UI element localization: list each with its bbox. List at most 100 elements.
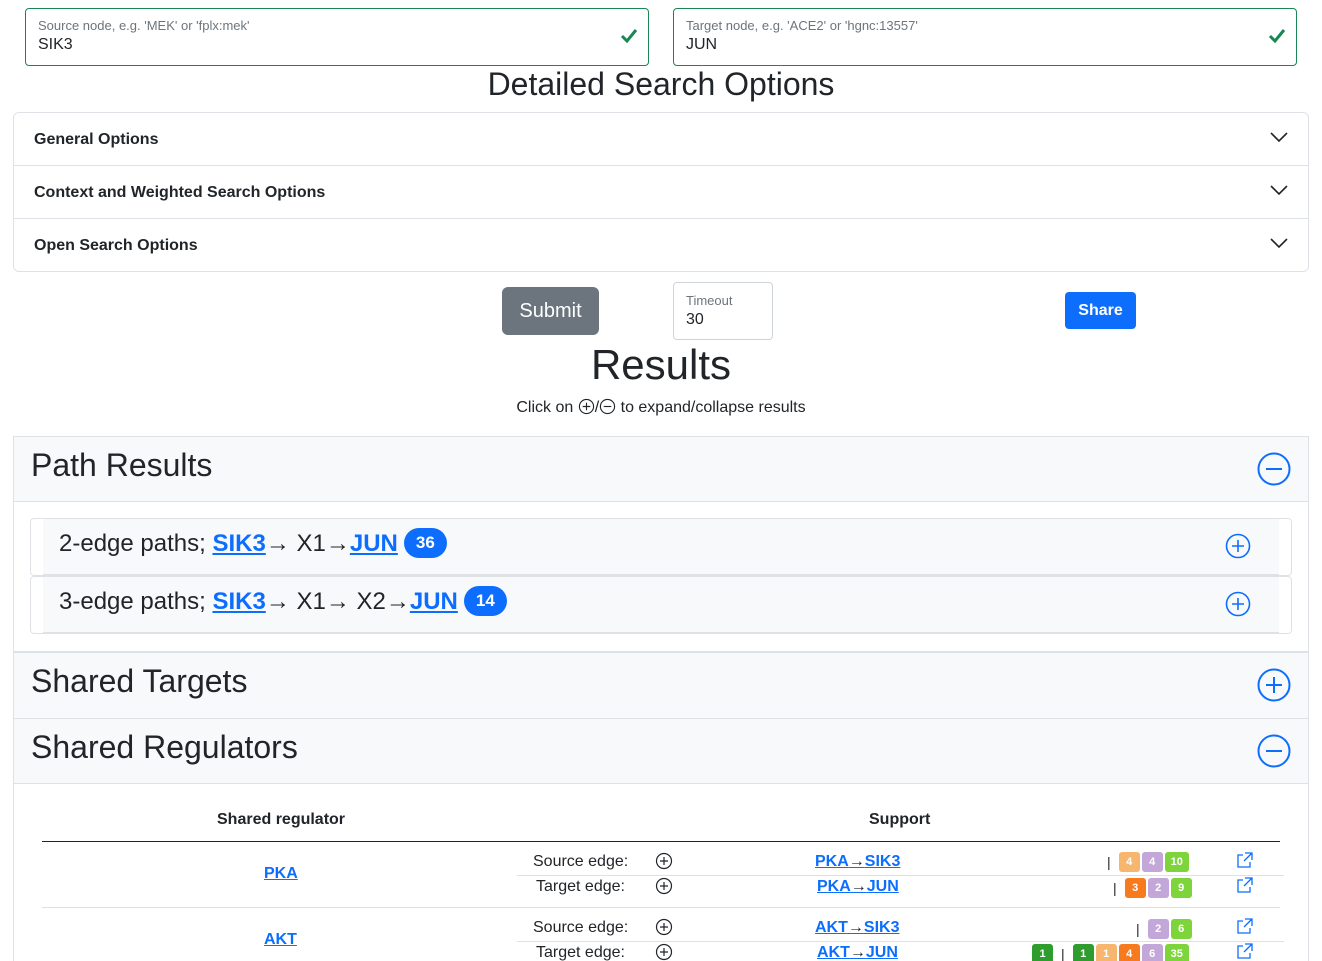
evidence-badge[interactable]: 2 [1147,919,1169,939]
source-node-link[interactable]: SIK3 [212,530,265,557]
evidence-badge[interactable]: 6 [1141,944,1163,961]
evidence-badges: | 3 2 9 [1113,878,1194,898]
share-button[interactable]: Share [1065,292,1136,329]
external-link-icon[interactable] [1236,943,1253,960]
target-edge-label: Target edge: [536,878,625,895]
edge-from: PKA [817,878,851,895]
source-node-field[interactable]: Source node, e.g. 'MEK' or 'fplx:mek' SI… [25,8,649,66]
hint-text-after: to expand/collapse results [616,399,806,416]
accordion-label: Context and Weighted Search Options [34,184,326,201]
column-header-support: Support [869,811,931,828]
timeout-value[interactable]: 30 [686,311,704,329]
accordion-general-options[interactable]: General Options [14,113,1308,166]
evidence-badge[interactable]: 3 [1124,878,1146,898]
expand-plus-icon[interactable] [1225,591,1251,617]
evidence-badge[interactable]: 1 [1032,944,1053,961]
source-node-link[interactable]: SIK3 [212,588,265,615]
hint-text-before: Click on [516,399,578,416]
evidence-badge[interactable]: 4 [1141,852,1163,872]
accordion-context-options[interactable]: Context and Weighted Search Options [14,166,1308,219]
evidence-badge[interactable]: 6 [1170,919,1192,939]
row-divider [517,875,1284,876]
row-divider [42,907,1280,908]
target-node-link[interactable]: JUN [350,530,398,557]
evidence-badge[interactable]: 4 [1118,944,1140,961]
path-middle: → X1→ [265,530,350,557]
evidence-badges: | 2 6 [1136,919,1194,939]
path-prefix: 3-edge paths; [59,588,213,615]
submit-button[interactable]: Submit [502,287,599,335]
timeout-label: Timeout [686,293,733,308]
two-edge-paths-card[interactable]: 2-edge paths; SIK3→ X1→JUN 36 [30,518,1292,576]
count-badge: 14 [463,586,507,616]
evidence-badge[interactable]: 10 [1164,852,1189,872]
three-edge-paths-card[interactable]: 3-edge paths; SIK3→ X1→ X2→JUN 14 [30,576,1292,634]
edge-to: JUN [865,944,898,961]
accordion-label: Open Search Options [34,237,198,254]
edge-from: AKT [815,919,848,936]
edge-link-akt-jun[interactable]: AKT→JUN [817,944,898,961]
accordion-open-search-options[interactable]: Open Search Options [14,219,1308,271]
path-middle: → X1→ X2→ [265,588,410,615]
expand-plus-icon[interactable] [1257,668,1291,702]
shared-regulators-header[interactable]: Shared Regulators [14,719,1308,784]
chevron-down-icon [1270,185,1288,196]
expand-plus-icon[interactable] [655,918,673,936]
evidence-badge[interactable]: 1 [1095,944,1117,961]
expand-plus-icon[interactable] [655,852,673,870]
expand-plus-icon[interactable] [1225,533,1251,559]
collapse-minus-icon[interactable] [1257,452,1291,486]
target-node-value[interactable]: JUN [686,36,717,54]
evidence-badge[interactable]: 4 [1118,852,1140,872]
path-results-header[interactable]: Path Results [14,437,1308,502]
source-node-placeholder: Source node, e.g. 'MEK' or 'fplx:mek' [38,18,250,33]
three-edge-paths-title: 3-edge paths; SIK3→ X1→ X2→JUN 14 [59,586,507,616]
plus-circle-icon [578,398,594,415]
evidence-badge[interactable]: 1 [1072,944,1094,961]
edge-from: PKA [815,853,849,870]
evidence-badge[interactable]: 9 [1170,878,1192,898]
external-link-icon[interactable] [1236,852,1253,869]
external-link-icon[interactable] [1236,918,1253,935]
shared-targets-header[interactable]: Shared Targets [14,653,1308,718]
timeout-field[interactable]: Timeout 30 [673,282,773,340]
badge-separator: | [1136,921,1140,937]
badge-separator: | [1113,880,1117,896]
target-edge-label: Target edge: [536,944,625,961]
table-divider [42,841,1280,842]
target-node-field[interactable]: Target node, e.g. 'ACE2' or 'hgnc:13557'… [673,8,1297,66]
check-icon [620,29,638,44]
path-results-section: Path Results 2-edge paths; SIK3→ X1→JUN 3… [13,436,1309,652]
chevron-down-icon [1270,238,1288,249]
evidence-badges: | 4 4 10 [1107,852,1191,872]
target-node-link[interactable]: JUN [410,588,458,615]
expand-plus-icon[interactable] [655,877,673,895]
row-divider [517,941,1284,942]
collapse-minus-icon[interactable] [1257,734,1291,768]
edge-arrow: → [847,919,864,936]
source-node-value[interactable]: SIK3 [38,36,73,54]
minus-circle-icon [600,398,616,415]
edge-link-pka-jun[interactable]: PKA→JUN [817,878,899,896]
evidence-badge[interactable]: 35 [1164,944,1189,961]
shared-regulators-section: Shared Regulators Shared regulator Suppo… [13,718,1309,961]
regulator-link-akt[interactable]: AKT [264,931,297,949]
evidence-badge[interactable]: 2 [1147,878,1169,898]
section-title: Shared Targets [31,663,248,699]
badge-separator: | [1061,946,1065,961]
edge-to: SIK3 [864,853,901,870]
expand-plus-icon[interactable] [655,943,673,961]
chevron-down-icon [1270,132,1288,143]
source-edge-label: Source edge: [533,853,629,870]
edge-arrow: → [850,878,867,895]
shared-targets-section: Shared Targets [13,652,1309,718]
regulator-link-pka[interactable]: PKA [264,865,298,883]
path-prefix: 2-edge paths; [59,530,213,557]
edge-link-pka-sik3[interactable]: PKA→SIK3 [815,853,900,871]
section-title: Path Results [31,447,213,483]
external-link-icon[interactable] [1236,877,1253,894]
edge-from: AKT [817,944,850,961]
accordion-label: General Options [34,131,159,148]
edge-link-akt-sik3[interactable]: AKT→SIK3 [815,919,899,937]
options-accordion: General Options Context and Weighted Sea… [13,112,1309,272]
